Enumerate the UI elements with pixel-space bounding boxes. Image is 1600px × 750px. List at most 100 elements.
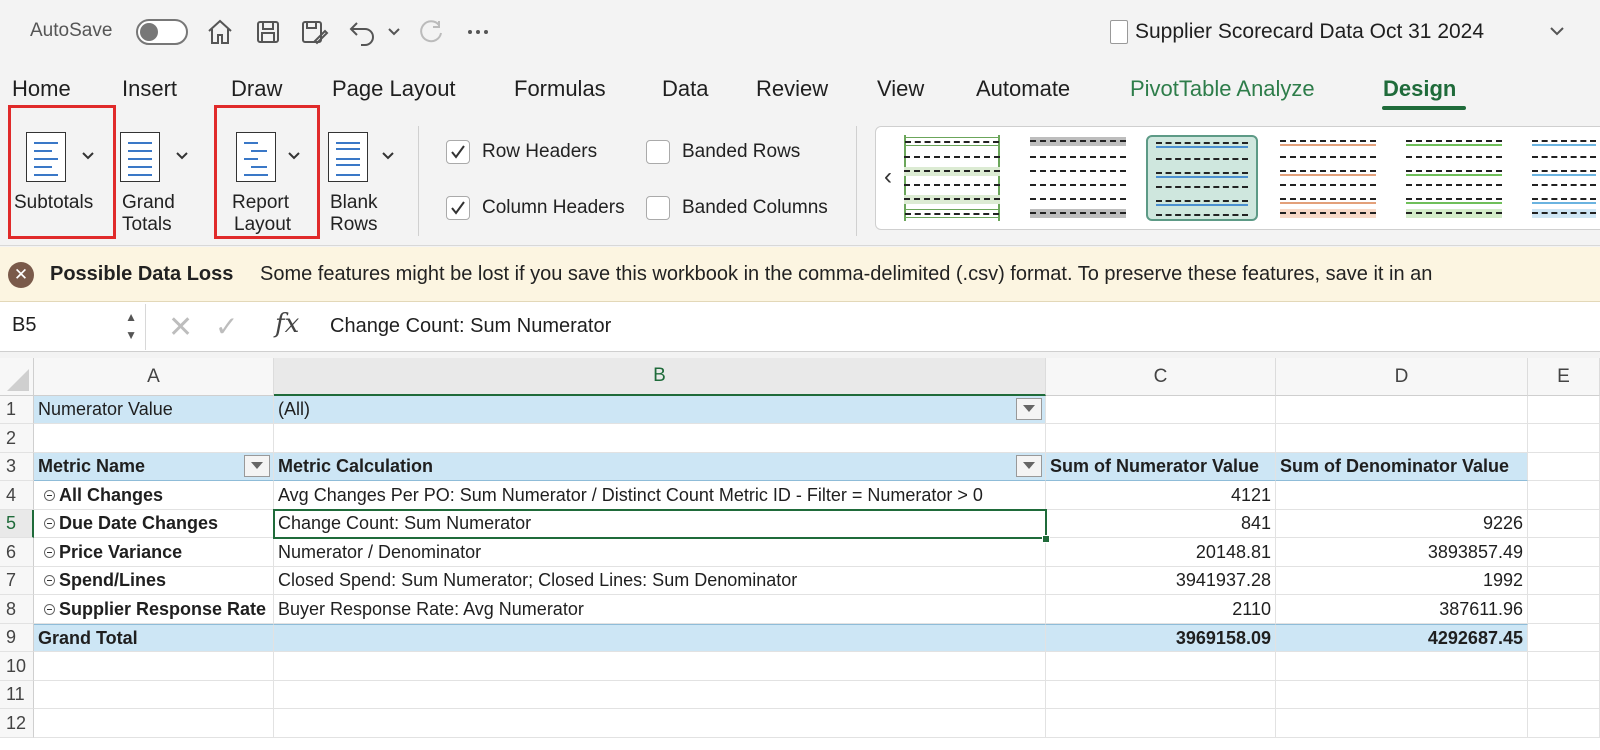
cell[interactable] [1528, 624, 1600, 652]
cell[interactable] [34, 424, 274, 453]
tab-page-layout[interactable]: Page Layout [332, 76, 456, 102]
collapse-icon[interactable] [44, 489, 55, 501]
denominator-value-cell[interactable] [1276, 481, 1528, 510]
cell[interactable] [1046, 396, 1276, 424]
tab-formulas[interactable]: Formulas [514, 76, 606, 102]
row-header-9[interactable]: 9 [0, 624, 34, 652]
row-header-10[interactable]: 10 [0, 652, 34, 681]
save-icon[interactable] [252, 14, 284, 50]
row-header-8[interactable]: 8 [0, 595, 34, 624]
formula-input[interactable]: Change Count: Sum Numerator [330, 315, 611, 338]
cell[interactable] [1528, 396, 1600, 424]
cell[interactable] [1276, 424, 1528, 453]
pivot-header-metric-calculation[interactable]: Metric Calculation [274, 453, 1046, 481]
name-box[interactable]: B5 ▲ ▼ [0, 304, 146, 350]
pivot-filter-label[interactable]: Numerator Value [34, 396, 274, 424]
row-header-6[interactable]: 6 [0, 538, 34, 567]
metric-calculation-cell[interactable]: Closed Spend: Sum Numerator; Closed Line… [274, 567, 1046, 595]
cell[interactable] [1528, 510, 1600, 538]
row-header-1[interactable]: 1 [0, 396, 34, 424]
autosave-toggle[interactable] [136, 19, 188, 45]
grand-total-calc-cell[interactable] [274, 624, 1046, 652]
collapse-icon[interactable] [44, 575, 55, 586]
insert-function-icon[interactable]: fx [275, 309, 299, 339]
row-header-11[interactable]: 11 [0, 681, 34, 709]
cell[interactable] [1528, 453, 1600, 481]
cell[interactable] [274, 709, 1046, 738]
pivot-style-thumb-selected[interactable] [1146, 135, 1258, 221]
collapse-icon[interactable] [44, 603, 55, 615]
denominator-value-cell[interactable]: 387611.96 [1276, 595, 1528, 624]
document-title[interactable]: Supplier Scorecard Data Oct 31 2024 [1135, 20, 1484, 44]
pivot-row-label[interactable]: Spend/Lines [34, 567, 274, 595]
cell[interactable] [1046, 709, 1276, 738]
cell[interactable] [1528, 652, 1600, 681]
pivot-style-thumb[interactable] [896, 135, 1008, 221]
cell[interactable] [1528, 481, 1600, 510]
cell[interactable] [1046, 424, 1276, 453]
cancel-icon[interactable]: ✕ [168, 310, 193, 345]
tab-automate[interactable]: Automate [976, 76, 1070, 102]
error-icon[interactable]: ✕ [8, 262, 34, 288]
tab-data[interactable]: Data [662, 76, 708, 102]
row-header-12[interactable]: 12 [0, 709, 34, 738]
fill-handle[interactable] [1042, 535, 1050, 543]
pivot-row-label[interactable]: Price Variance [34, 538, 274, 567]
cell[interactable] [1276, 652, 1528, 681]
chevron-down-icon[interactable] [1548, 22, 1566, 40]
cell[interactable] [1046, 652, 1276, 681]
pivot-style-thumb[interactable] [1022, 135, 1134, 221]
blank-rows-button[interactable]: Blank Rows [324, 114, 404, 242]
cell[interactable] [1276, 709, 1528, 738]
cell[interactable] [1276, 396, 1528, 424]
grand-total-numerator[interactable]: 3969158.09 [1046, 624, 1276, 652]
cell[interactable] [1528, 595, 1600, 624]
row-header-3[interactable]: 3 [0, 453, 34, 481]
tab-home[interactable]: Home [12, 76, 71, 102]
collapse-icon[interactable] [44, 518, 55, 529]
pivot-header-metric-name[interactable]: Metric Name [34, 453, 274, 481]
filter-dropdown-button[interactable] [244, 455, 270, 477]
numerator-value-cell[interactable]: 841 [1046, 510, 1276, 538]
grand-total-label[interactable]: Grand Total [34, 624, 274, 652]
column-header-e[interactable]: E [1528, 358, 1600, 396]
more-icon[interactable] [462, 14, 494, 50]
select-all-corner[interactable] [0, 358, 34, 396]
pivot-header-sum-numerator[interactable]: Sum of Numerator Value [1046, 453, 1276, 481]
cell[interactable] [274, 652, 1046, 681]
cell[interactable] [274, 424, 1046, 453]
pivot-style-thumb[interactable] [1398, 135, 1510, 221]
column-header-d[interactable]: D [1276, 358, 1528, 396]
cell[interactable] [1276, 681, 1528, 709]
column-header-a[interactable]: A [34, 358, 274, 396]
pivot-style-thumb[interactable] [1272, 135, 1384, 221]
column-headers-checkbox[interactable]: Column Headers [446, 196, 625, 220]
name-box-spinner-icon[interactable]: ▲ ▼ [125, 308, 137, 344]
tab-review[interactable]: Review [756, 76, 828, 102]
metric-calculation-cell[interactable]: Numerator / Denominator [274, 538, 1046, 567]
cell[interactable] [274, 681, 1046, 709]
tab-view[interactable]: View [877, 76, 924, 102]
numerator-value-cell[interactable]: 4121 [1046, 481, 1276, 510]
save-as-icon[interactable] [298, 14, 330, 50]
cell[interactable] [1528, 424, 1600, 453]
collapse-icon[interactable] [44, 546, 55, 558]
cell[interactable] [1046, 681, 1276, 709]
denominator-value-cell[interactable]: 9226 [1276, 510, 1528, 538]
numerator-value-cell[interactable]: 2110 [1046, 595, 1276, 624]
cell[interactable] [1528, 681, 1600, 709]
cell[interactable] [1528, 538, 1600, 567]
grand-total-denominator[interactable]: 4292687.45 [1276, 624, 1528, 652]
row-header-5[interactable]: 5 [0, 510, 34, 538]
gallery-scroll-left-icon[interactable]: ‹ [884, 163, 892, 191]
undo-icon[interactable] [346, 14, 378, 50]
tab-design[interactable]: Design [1383, 76, 1456, 102]
grand-totals-button[interactable]: Grand Totals [118, 114, 198, 242]
pivot-filter-value[interactable]: (All) [274, 396, 1046, 424]
pivot-style-thumb[interactable] [1524, 135, 1600, 221]
enter-icon[interactable]: ✓ [215, 310, 238, 343]
column-header-c[interactable]: C [1046, 358, 1276, 396]
tab-pivottable-analyze[interactable]: PivotTable Analyze [1130, 76, 1315, 102]
pivot-header-sum-denominator[interactable]: Sum of Denominator Value [1276, 453, 1528, 481]
cell[interactable] [1528, 567, 1600, 595]
